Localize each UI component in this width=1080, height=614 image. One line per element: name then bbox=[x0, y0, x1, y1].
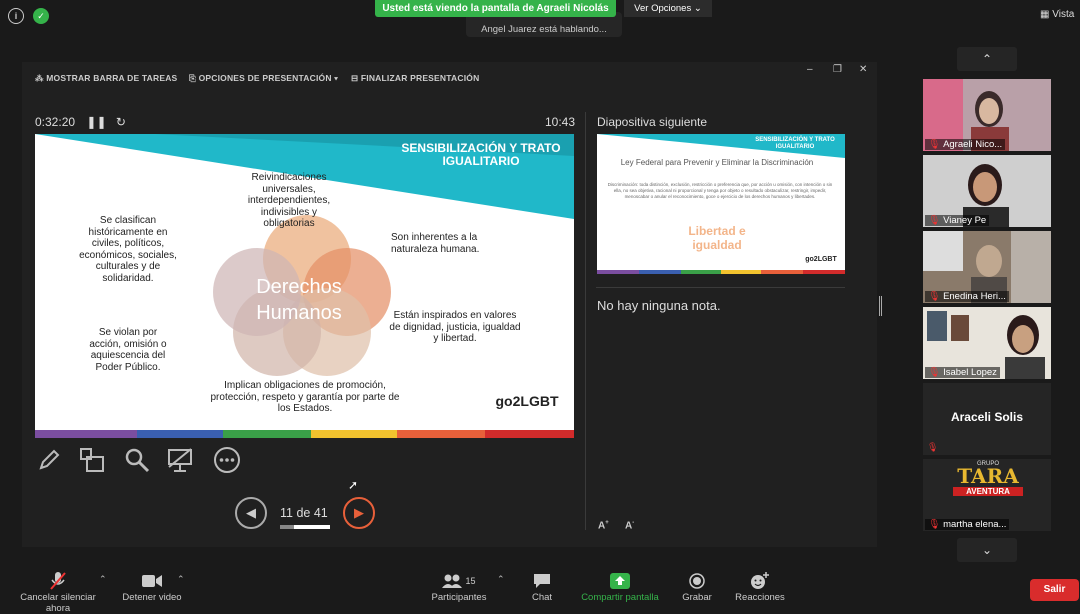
next-slide-button[interactable]: ▶ bbox=[343, 497, 375, 529]
previous-slide-button[interactable]: ◀ bbox=[235, 497, 267, 529]
gallery-scroll-up-button[interactable]: ⌃ bbox=[957, 47, 1017, 71]
chevron-down-icon: ⌄ bbox=[981, 543, 993, 557]
pane-divider[interactable] bbox=[585, 112, 586, 530]
audio-options-caret[interactable]: ⌃ bbox=[99, 574, 107, 585]
presentation-options-button[interactable]: ⎘ OPCIONES DE PRESENTACIÓN ▾ bbox=[189, 73, 338, 84]
video-options-caret[interactable]: ⌃ bbox=[177, 574, 185, 585]
pause-icon[interactable]: ❚❚ bbox=[86, 115, 106, 129]
previous-icon: ◀ bbox=[246, 505, 256, 520]
slide-right-bottom-text: Están inspirados en valores de dignidad,… bbox=[389, 310, 521, 344]
record-button[interactable]: Grabar bbox=[680, 570, 714, 603]
next-slide-body: Discriminación: toda distinción, exclusi… bbox=[607, 182, 833, 199]
participant-name-label: Araceli Solis bbox=[950, 410, 1024, 424]
next-slide-logo: go2LGBT bbox=[805, 256, 837, 263]
slide-top-text: Reivindicaciones universales, interdepen… bbox=[247, 172, 331, 229]
muted-mic-icon: 🎙 bbox=[928, 291, 941, 302]
slide-left-bottom-text: Se violan por acción, omisión o aquiesce… bbox=[89, 327, 167, 373]
slide-bottom-text: Implican obligaciones de promoción, prot… bbox=[210, 380, 400, 414]
slide-counter[interactable]: 11 de 41 bbox=[280, 506, 328, 520]
participants-icon: 15 bbox=[430, 570, 488, 592]
show-taskbar-button[interactable]: ⁂ MOSTRAR BARRA DE TAREAS bbox=[35, 73, 177, 84]
current-slide: SENSIBILIZACIÓN Y TRATO IGUALITARIO Derec… bbox=[35, 134, 574, 438]
elapsed-timer: 0:32:20 ❚❚ ↻ bbox=[35, 115, 126, 129]
tara-aventura-logo: GRUPO TARA AVENTURA bbox=[953, 461, 1023, 496]
muted-mic-icon: 🎙 bbox=[928, 367, 941, 378]
increase-font-button[interactable]: A+ bbox=[598, 520, 609, 531]
muted-mic-icon: 🎙 bbox=[928, 215, 941, 226]
slide-right-top-text: Son inherentes a la naturaleza humana. bbox=[391, 232, 480, 255]
chevron-up-icon: ⌃ bbox=[981, 52, 993, 66]
end-presentation-button[interactable]: ⊟ FINALIZAR PRESENTACIÓN bbox=[351, 73, 479, 84]
share-screen-icon bbox=[578, 570, 662, 592]
reset-timer-icon[interactable]: ↻ bbox=[116, 115, 126, 129]
share-screen-button[interactable]: Compartir pantalla bbox=[578, 570, 662, 603]
zoom-icon[interactable] bbox=[122, 445, 152, 475]
next-slide-highlight: Libertad e igualdad bbox=[688, 224, 746, 252]
resize-handle[interactable] bbox=[879, 296, 882, 316]
decrease-font-button[interactable]: A- bbox=[625, 520, 634, 531]
participant-tile[interactable]: GRUPO TARA AVENTURA 🎙 martha elena... bbox=[923, 459, 1051, 531]
minimize-icon[interactable]: – bbox=[807, 64, 813, 75]
participant-tile[interactable]: 🎙 Enedina Heri... bbox=[923, 231, 1051, 303]
video-camera-icon bbox=[120, 570, 184, 592]
pen-icon[interactable] bbox=[34, 445, 64, 475]
record-icon bbox=[680, 570, 714, 592]
slide-progress-bar bbox=[280, 525, 330, 529]
participants-count: 15 bbox=[465, 576, 476, 586]
more-options-icon[interactable] bbox=[212, 445, 242, 475]
view-options-button[interactable]: Ver Opciones ⌄ bbox=[624, 0, 712, 17]
chat-bubble-icon bbox=[526, 570, 558, 592]
view-button[interactable]: ▦ Vista bbox=[1040, 9, 1074, 20]
muted-mic-icon: 🎙 bbox=[928, 139, 941, 150]
next-slide-title: SENSIBILIZACIÓN Y TRATO IGUALITARIO bbox=[755, 137, 835, 150]
gallery-scroll-down-button[interactable]: ⌄ bbox=[957, 538, 1017, 562]
slide-left-top-text: Se clasifican históricamente en civiles,… bbox=[79, 215, 177, 284]
notes-separator bbox=[596, 287, 845, 288]
see-all-slides-icon[interactable] bbox=[77, 445, 107, 475]
stop-video-button[interactable]: Detener video bbox=[120, 570, 184, 603]
participants-button[interactable]: 15 Participantes bbox=[430, 570, 488, 603]
next-icon: ▶ bbox=[354, 505, 364, 520]
go2lgbt-logo: go2LGBT bbox=[495, 393, 559, 409]
info-icon[interactable]: i bbox=[8, 8, 24, 24]
reactions-button[interactable]: Reacciones bbox=[734, 570, 786, 603]
grid-icon: ▦ bbox=[1040, 9, 1053, 20]
participant-tile[interactable]: 🎙 Isabel Lopez bbox=[923, 307, 1051, 379]
smiley-plus-icon bbox=[734, 570, 786, 592]
muted-microphone-icon bbox=[8, 570, 108, 592]
participant-tile[interactable]: Araceli Solis 🎙 bbox=[923, 383, 1051, 455]
participant-tile[interactable]: 🎙 Agraeli Nico... bbox=[923, 79, 1051, 151]
muted-mic-icon: 🎙 bbox=[927, 442, 939, 452]
next-slide-background bbox=[597, 134, 845, 274]
next-slide-label: Diapositiva siguiente bbox=[597, 115, 708, 129]
slide-center-title: Derechos Humanos bbox=[256, 276, 342, 324]
screen-share-banner: Usted está viendo la pantalla de Agraeli… bbox=[375, 0, 616, 17]
shield-check-icon[interactable]: ✓ bbox=[33, 8, 49, 24]
clock: 10:43 bbox=[545, 115, 576, 129]
taskbar-icon: ⁂ bbox=[35, 73, 47, 83]
restore-icon[interactable]: ❐ bbox=[833, 64, 842, 75]
options-icon: ⎘ bbox=[189, 73, 199, 83]
slide-title: SENSIBILIZACIÓN Y TRATO IGUALITARIO bbox=[401, 141, 561, 168]
end-slideshow-icon: ⊟ bbox=[351, 73, 361, 83]
close-icon[interactable]: ✕ bbox=[859, 64, 867, 75]
muted-mic-icon: 🎙 bbox=[928, 519, 941, 530]
mouse-cursor: ➚ bbox=[348, 478, 359, 492]
speaker-notes: No hay ninguna nota. bbox=[597, 298, 721, 313]
next-slide-heading: Ley Federal para Prevenir y Eliminar la … bbox=[620, 158, 814, 167]
black-screen-icon[interactable] bbox=[166, 445, 196, 475]
chat-button[interactable]: Chat bbox=[526, 570, 558, 603]
unmute-button[interactable]: Cancelar silenciar ahora bbox=[8, 570, 108, 614]
participants-options-caret[interactable]: ⌃ bbox=[497, 574, 505, 585]
next-slide-preview[interactable]: SENSIBILIZACIÓN Y TRATO IGUALITARIO Ley F… bbox=[597, 134, 845, 274]
leave-meeting-button[interactable]: Salir bbox=[1030, 579, 1079, 601]
participant-tile[interactable]: 🎙 Vianey Pe bbox=[923, 155, 1051, 227]
